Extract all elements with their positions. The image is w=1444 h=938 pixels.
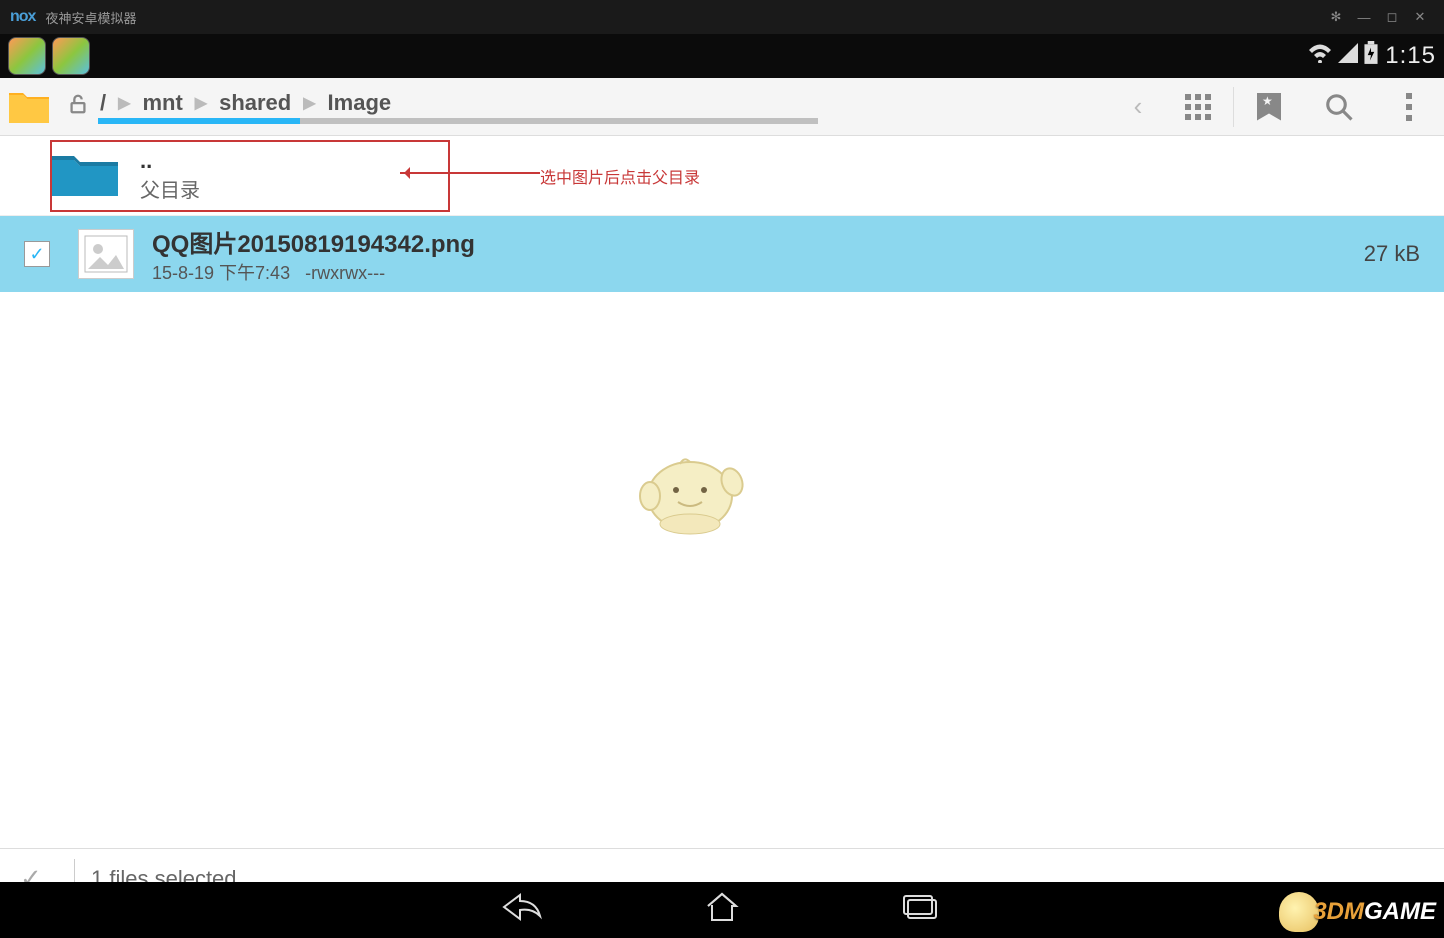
signal-icon [1338,43,1358,69]
folder-icon [50,148,120,203]
launcher-app-icon-1[interactable] [8,37,46,75]
mascot-character [620,436,760,536]
breadcrumb-seg-image[interactable]: Image [326,90,394,116]
status-icons [1307,41,1379,71]
parent-dir-name: .. [140,148,200,174]
chevron-right-icon: ▶ [195,93,207,113]
breadcrumb-seg-mnt[interactable]: mnt [140,90,184,116]
app-toolbar: / ▶ mnt ▶ shared ▶ Image ‹ [0,78,1444,136]
minimize-button[interactable]: — [1350,10,1378,25]
close-button[interactable]: ✕ [1406,9,1434,25]
launcher-bar: 1:15 [0,34,1444,78]
file-row[interactable]: ✓ QQ图片20150819194342.png 15-8-19 下午7:43 … [0,216,1444,292]
parent-directory-row[interactable]: .. 父目录 选中图片后点击父目录 [0,136,1444,216]
android-navbar [0,882,1444,938]
maximize-button[interactable]: ◻ [1378,9,1406,25]
android-home-button[interactable] [692,892,752,929]
launcher-app-icon-2[interactable] [52,37,90,75]
annotation-arrow [400,172,540,174]
file-size: 27 kB [1364,241,1420,267]
search-icon[interactable] [1304,78,1374,135]
android-back-button[interactable] [492,892,552,929]
android-recents-button[interactable] [892,894,952,927]
annotation-text: 选中图片后点击父目录 [540,164,700,188]
breadcrumb-root[interactable]: / [98,90,108,116]
chevron-right-icon: ▶ [118,93,130,113]
breadcrumb-seg-shared[interactable]: shared [217,90,293,116]
battery-icon [1363,41,1379,71]
parent-dir-label: 父目录 [140,174,200,203]
nox-logo: nox [10,8,35,26]
file-name: QQ图片20150819194342.png [152,224,1364,259]
file-checkbox[interactable]: ✓ [24,241,50,267]
watermark-3dmgame: 3DMGAME [1279,892,1436,932]
wifi-icon [1307,43,1333,69]
breadcrumb[interactable]: / ▶ mnt ▶ shared ▶ Image [98,90,1105,118]
file-meta: 15-8-19 下午7:43 -rwxrwx--- [152,259,1364,285]
status-time: 1:15 [1385,42,1436,70]
overflow-menu-icon[interactable] [1374,78,1444,135]
bookmark-icon[interactable] [1234,78,1304,135]
progress-underline [98,118,818,124]
file-list: .. 父目录 选中图片后点击父目录 ✓ QQ图片20150819194342.p… [0,136,1444,848]
app-icon[interactable] [0,78,58,136]
grid-view-icon[interactable] [1163,78,1233,135]
nav-back-button[interactable]: ‹ [1113,91,1163,122]
window-title: 夜神安卓模拟器 [45,8,136,27]
chevron-right-icon: ▶ [303,93,315,113]
window-titlebar: nox 夜神安卓模拟器 ✻ — ◻ ✕ [0,0,1444,34]
lock-open-icon[interactable] [58,93,98,121]
settings-icon[interactable]: ✻ [1322,9,1350,25]
image-file-icon [78,229,134,279]
